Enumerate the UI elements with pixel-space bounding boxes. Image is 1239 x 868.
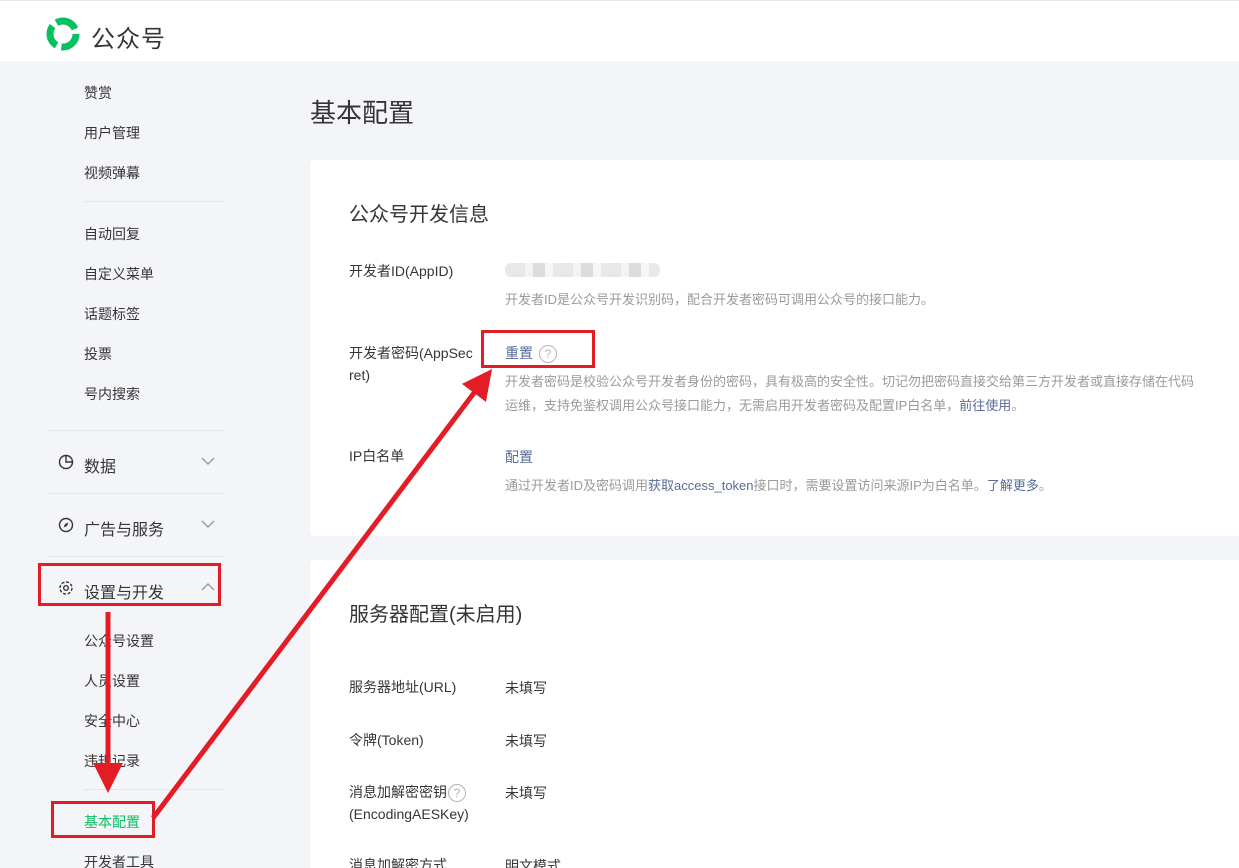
appsecret-label-line: 开发者密码(AppSec (349, 345, 473, 361)
sidebar-item-custom-menu[interactable]: 自定义菜单 (84, 264, 154, 284)
ip-desc-text: 接口时，需要设置访问来源IP为白名单。 (753, 478, 987, 493)
configure-ip-link[interactable]: 配置 (505, 449, 533, 465)
dev-info-card: 公众号开发信息 开发者ID(AppID) 开发者ID是公众号开发识别码，配合开发… (310, 160, 1239, 536)
go-use-link[interactable]: 前往使用 (959, 398, 1011, 413)
annotation-box-reset (481, 330, 595, 368)
divider (48, 430, 225, 431)
appsecret-description: 开发者密码是校验公众号开发者身份的密码，具有极高的安全性。切记勿把密码直接交给第… (505, 370, 1194, 418)
token-value: 未填写 (505, 733, 547, 749)
encoding-aes-key-label-line: (EncodingAESKey) (349, 806, 469, 822)
encoding-aes-key-label: 消息加解密密钥? (EncodingAESKey) (349, 781, 469, 825)
encryption-mode-value: 明文模式 (505, 858, 561, 868)
sidebar-group-label: 数据 (84, 459, 117, 476)
encoding-aes-key-label-line: 消息加解密密钥? (349, 781, 469, 803)
main-content: 基本配置 公众号开发信息 开发者ID(AppID) 开发者ID是公众号开发识别码… (265, 61, 1239, 868)
ip-whitelist-label: IP白名单 (349, 448, 405, 464)
ip-desc-text: 通过开发者ID及密码调用 (505, 478, 649, 493)
appsecret-desc-line: 运维，支持免鉴权调用公众号接口能力，无需启用开发者密码及配置IP白名单，前往使用… (505, 394, 1194, 418)
pie-chart-icon (58, 454, 74, 470)
sidebar-item-vote[interactable]: 投票 (84, 344, 112, 364)
server-url-label: 服务器地址(URL) (349, 679, 457, 695)
sidebar-item-developer-tools[interactable]: 开发者工具 (84, 852, 154, 868)
page-title: 基本配置 (310, 98, 415, 128)
appid-description: 开发者ID是公众号开发识别码，配合开发者密码可调用公众号的接口能力。 (505, 292, 935, 307)
sidebar-item-security-center[interactable]: 安全中心 (84, 711, 140, 731)
sidebar-group-data[interactable]: 数据 (48, 442, 225, 482)
ip-whitelist-actions: 配置 (505, 447, 533, 467)
divider (48, 556, 225, 557)
access-token-link[interactable]: 获取access_token (648, 478, 754, 493)
encoding-aes-key-label-text: 消息加解密密钥 (349, 784, 447, 800)
ip-whitelist-description: 通过开发者ID及密码调用获取access_token接口时，需要设置访问来源IP… (505, 474, 1052, 498)
sidebar-item-auto-reply[interactable]: 自动回复 (84, 224, 140, 244)
compass-icon (58, 517, 74, 533)
wechat-official-account-logo-icon[interactable] (46, 17, 80, 51)
appsecret-label-line: ret) (349, 367, 370, 383)
server-config-title: 服务器配置(未启用) (349, 604, 523, 626)
sidebar-item-appreciation[interactable]: 赞赏 (84, 83, 112, 103)
appsecret-label: 开发者密码(AppSec ret) (349, 342, 473, 386)
encryption-mode-label: 消息加解密方式 (349, 857, 447, 868)
sidebar-item-staff-settings[interactable]: 人员设置 (84, 671, 140, 691)
appsecret-desc-text: 运维，支持免鉴权调用公众号接口能力，无需启用开发者密码及配置IP白名单， (505, 398, 960, 413)
appid-value-masked (505, 263, 660, 277)
server-config-card: 服务器配置(未启用) 服务器地址(URL) 未填写 令牌(Token) 未填写 … (310, 560, 1239, 868)
ip-desc-end: 。 (1038, 478, 1052, 493)
annotation-box-basic-config (51, 801, 155, 838)
appsecret-desc-end: 。 (1011, 398, 1025, 413)
sidebar-item-user-management[interactable]: 用户管理 (84, 123, 140, 143)
divider (48, 493, 225, 494)
sidebar-item-topic-tags[interactable]: 话题标签 (84, 304, 140, 324)
sidebar-group-ads-services[interactable]: 广告与服务 (48, 505, 225, 545)
sidebar-item-in-account-search[interactable]: 号内搜索 (84, 384, 140, 404)
sidebar-item-violation-records[interactable]: 违规记录 (84, 751, 140, 771)
divider (84, 789, 225, 790)
sidebar-item-account-settings[interactable]: 公众号设置 (84, 631, 154, 651)
question-mark-icon[interactable]: ? (448, 784, 466, 803)
dev-info-title: 公众号开发信息 (349, 204, 489, 226)
chevron-down-icon (201, 520, 215, 528)
sidebar-group-label: 广告与服务 (84, 522, 165, 539)
annotation-box-settings-dev (38, 563, 221, 606)
encoding-aes-key-value: 未填写 (505, 785, 547, 801)
learn-more-link[interactable]: 了解更多 (987, 478, 1039, 493)
sidebar: 赞赏 用户管理 视频弹幕 自动回复 自定义菜单 话题标签 投票 号内搜索 数据 … (0, 61, 265, 868)
appsecret-desc-line: 开发者密码是校验公众号开发者身份的密码，具有极高的安全性。切记勿把密码直接交给第… (505, 374, 1195, 389)
server-url-value: 未填写 (505, 680, 547, 696)
top-bar: 公众号 (0, 0, 1239, 61)
divider (84, 201, 225, 202)
brand-name[interactable]: 公众号 (91, 19, 166, 54)
chevron-down-icon (201, 457, 215, 465)
sidebar-item-video-danmaku[interactable]: 视频弹幕 (84, 163, 140, 183)
appid-label: 开发者ID(AppID) (349, 263, 454, 279)
token-label: 令牌(Token) (349, 732, 424, 748)
